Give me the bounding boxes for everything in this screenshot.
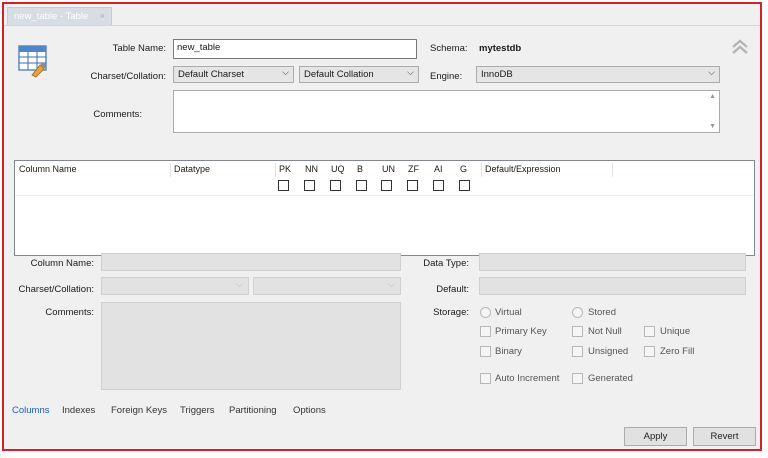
b-header-checkbox[interactable] (356, 180, 367, 191)
columns-grid[interactable]: Column Name Datatype PK NN UQ B UN ZF AI… (14, 160, 755, 256)
action-bar: Apply Revert (4, 419, 760, 449)
detail-charset-select[interactable]: ⌵ (101, 277, 249, 295)
virtual-radio[interactable] (480, 307, 491, 318)
column-header-zf[interactable]: ZF (408, 164, 419, 174)
chevron-down-icon: ⌵ (708, 67, 715, 78)
storage-label: Storage: (433, 307, 469, 318)
column-name-label: Column Name: (31, 258, 94, 269)
column-header-name[interactable]: Column Name (19, 164, 77, 174)
comments-label: Comments: (93, 109, 142, 120)
zero-fill-checkbox[interactable] (644, 346, 655, 357)
column-name-input[interactable] (101, 253, 401, 271)
document-tab-title: new_table - Table (14, 11, 88, 22)
auto-increment-checkbox[interactable] (480, 373, 491, 384)
charset-select-value: Default Charset (178, 69, 244, 80)
scroll-up-icon[interactable]: ▲ (709, 93, 716, 100)
detail-collation-select[interactable]: ⌵ (253, 277, 401, 295)
chevron-down-icon: ⌵ (407, 67, 414, 78)
document-tab-strip: new_table - Table × (4, 4, 760, 26)
chevron-down-icon: ⌵ (282, 67, 289, 78)
close-icon[interactable]: × (100, 8, 105, 25)
data-type-label: Data Type: (423, 258, 469, 269)
column-header-g[interactable]: G (460, 164, 467, 174)
nn-header-checkbox[interactable] (304, 180, 315, 191)
column-separator (275, 163, 276, 177)
tab-partitioning[interactable]: Partitioning (229, 405, 277, 416)
column-separator (170, 163, 171, 177)
binary-label: Binary (495, 346, 522, 357)
uq-header-checkbox[interactable] (330, 180, 341, 191)
tab-indexes[interactable]: Indexes (62, 405, 95, 416)
detail-comments-textarea[interactable] (101, 302, 401, 390)
not-null-label: Not Null (588, 326, 622, 337)
collation-select[interactable]: Default Collation ⌵ (299, 66, 419, 83)
detail-comments-label: Comments: (45, 307, 94, 318)
column-header-uq[interactable]: UQ (331, 164, 345, 174)
column-separator (481, 163, 482, 177)
apply-button[interactable]: Apply (624, 427, 687, 446)
column-separator (612, 163, 613, 177)
column-header-nn[interactable]: NN (305, 164, 318, 174)
engine-select-value: InnoDB (481, 69, 513, 80)
scroll-down-icon[interactable]: ▼ (709, 123, 716, 130)
column-header-pk[interactable]: PK (279, 164, 291, 174)
unsigned-checkbox[interactable] (572, 346, 583, 357)
tab-foreign-keys[interactable]: Foreign Keys (111, 405, 167, 416)
chevron-down-icon: ⌵ (388, 279, 395, 290)
not-null-checkbox[interactable] (572, 326, 583, 337)
tab-triggers[interactable]: Triggers (180, 405, 215, 416)
column-header-b[interactable]: B (357, 164, 363, 174)
virtual-label: Virtual (495, 307, 522, 318)
table-name-label: Table Name: (113, 43, 166, 54)
unique-checkbox[interactable] (644, 326, 655, 337)
stored-radio[interactable] (572, 307, 583, 318)
schema-label: Schema: (430, 43, 468, 54)
document-tab[interactable]: new_table - Table × (7, 7, 112, 25)
column-header-un[interactable]: UN (382, 164, 395, 174)
ai-header-checkbox[interactable] (433, 180, 444, 191)
column-header-default[interactable]: Default/Expression (485, 164, 561, 174)
tab-columns[interactable]: Columns (12, 405, 50, 416)
column-header-ai[interactable]: AI (434, 164, 443, 174)
primary-key-label: Primary Key (495, 326, 547, 337)
generated-label: Generated (588, 373, 633, 384)
table-name-input[interactable]: new_table (173, 39, 417, 59)
zf-header-checkbox[interactable] (407, 180, 418, 191)
unique-label: Unique (660, 326, 690, 337)
binary-checkbox[interactable] (480, 346, 491, 357)
table-editor-window: new_table - Table × Table Name: new_tabl… (2, 2, 762, 451)
collation-select-value: Default Collation (304, 69, 374, 80)
charset-collation-label: Charset/Collation: (90, 71, 166, 82)
default-input[interactable] (479, 277, 746, 295)
default-label: Default: (436, 284, 469, 295)
double-chevron-up-icon[interactable] (731, 38, 749, 56)
chevron-down-icon: ⌵ (236, 279, 243, 290)
tab-options[interactable]: Options (293, 405, 326, 416)
generated-checkbox[interactable] (572, 373, 583, 384)
grid-row-divider (15, 195, 754, 196)
zero-fill-label: Zero Fill (660, 346, 694, 357)
engine-select[interactable]: InnoDB ⌵ (476, 66, 720, 83)
table-edit-icon (18, 44, 50, 78)
g-header-checkbox[interactable] (459, 180, 470, 191)
pk-header-checkbox[interactable] (278, 180, 289, 191)
engine-label: Engine: (430, 71, 462, 82)
unsigned-label: Unsigned (588, 346, 628, 357)
auto-increment-label: Auto Increment (495, 373, 559, 384)
editor-tab-bar: Columns Indexes Foreign Keys Triggers Pa… (4, 403, 760, 419)
column-header-datatype[interactable]: Datatype (174, 164, 210, 174)
comments-textarea[interactable]: ▲ ▼ (173, 90, 720, 133)
data-type-input[interactable] (479, 253, 746, 271)
stored-label: Stored (588, 307, 616, 318)
charset-select[interactable]: Default Charset ⌵ (173, 66, 294, 83)
revert-button[interactable]: Revert (693, 427, 756, 446)
table-editor-panel: Table Name: new_table Schema: mytestdb C… (4, 25, 760, 404)
primary-key-checkbox[interactable] (480, 326, 491, 337)
detail-charset-label: Charset/Collation: (18, 284, 94, 295)
un-header-checkbox[interactable] (381, 180, 392, 191)
schema-value: mytestdb (479, 43, 521, 54)
